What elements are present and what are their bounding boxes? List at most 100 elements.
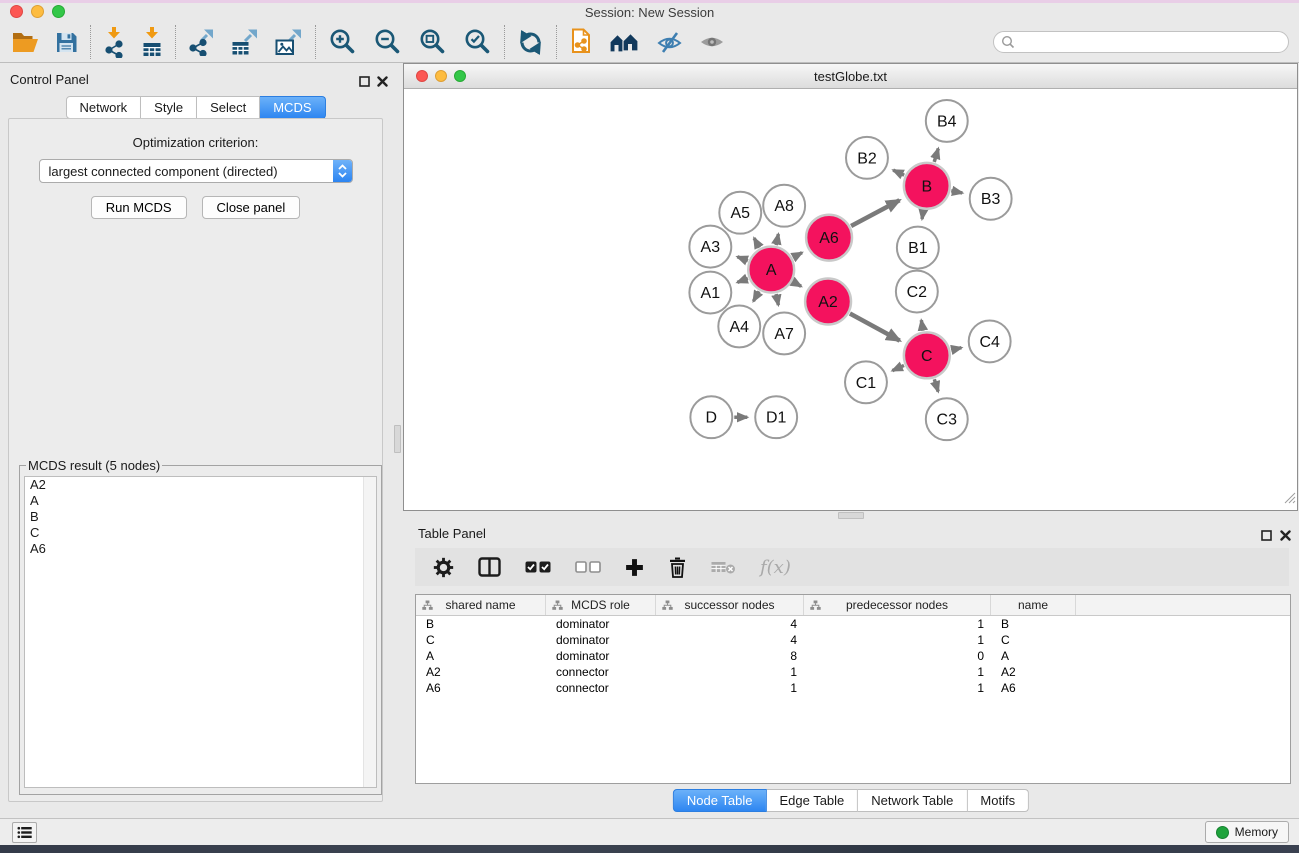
tab-select[interactable]: Select: [197, 96, 260, 119]
graph-node-A7[interactable]: A7: [763, 312, 805, 354]
graph-node-C1[interactable]: C1: [845, 361, 887, 403]
network-zoom-button[interactable]: [454, 70, 466, 82]
graph-edge-A-A2[interactable]: [793, 282, 801, 287]
task-history-button[interactable]: [12, 822, 37, 843]
graph-node-C[interactable]: C: [904, 332, 950, 378]
split-table-view-icon[interactable]: [478, 557, 501, 577]
memory-button[interactable]: Memory: [1205, 821, 1289, 843]
horizontal-split-handle[interactable]: [838, 512, 864, 519]
column-header-mcds-role[interactable]: MCDS role: [546, 595, 656, 615]
graph-edge-B-B3[interactable]: [951, 191, 962, 193]
first-neighbors-icon[interactable]: [609, 31, 640, 54]
graph-node-B3[interactable]: B3: [970, 178, 1012, 220]
zoom-in-icon[interactable]: [328, 28, 357, 57]
add-column-icon[interactable]: [625, 558, 644, 577]
graph-edge-C-C1[interactable]: [892, 365, 904, 370]
window-resize-grip[interactable]: [1283, 491, 1296, 509]
graph-node-A3[interactable]: A3: [689, 226, 731, 268]
graph-edge-B-B4[interactable]: [934, 149, 938, 162]
zoom-selected-icon[interactable]: [463, 28, 492, 57]
mcds-result-item[interactable]: B: [25, 509, 376, 525]
column-header-name[interactable]: name: [991, 595, 1076, 615]
column-header-predecessor-nodes[interactable]: predecessor nodes: [804, 595, 991, 615]
tab-edge-table[interactable]: Edge Table: [766, 789, 858, 812]
apply-layout-icon[interactable]: [517, 29, 544, 56]
zoom-out-icon[interactable]: [373, 28, 402, 57]
graph-edge-A-A1[interactable]: [737, 278, 747, 282]
zoom-fit-icon[interactable]: [418, 28, 447, 57]
result-scrollbar[interactable]: [363, 477, 376, 787]
network-close-button[interactable]: [416, 70, 428, 82]
tab-style[interactable]: Style: [141, 96, 197, 119]
network-minimize-button[interactable]: [435, 70, 447, 82]
close-panel-button[interactable]: Close panel: [202, 196, 301, 219]
new-network-from-selection-icon[interactable]: [569, 28, 593, 57]
select-all-columns-icon[interactable]: [525, 561, 551, 573]
graph-node-A5[interactable]: A5: [719, 192, 761, 234]
close-window-button[interactable]: [10, 5, 23, 18]
vertical-split-handle[interactable]: [394, 425, 401, 453]
graph-node-A6[interactable]: A6: [806, 215, 852, 261]
close-table-panel-icon[interactable]: [1280, 528, 1291, 546]
column-header-successor-nodes[interactable]: successor nodes: [656, 595, 804, 615]
graph-edge-A-A8[interactable]: [776, 234, 778, 245]
graph-node-A4[interactable]: A4: [718, 305, 760, 347]
graph-edge-B-B2[interactable]: [893, 170, 904, 175]
show-all-icon[interactable]: [699, 31, 725, 53]
graph-edge-B-B1[interactable]: [922, 210, 923, 219]
graph-node-B1[interactable]: B1: [897, 227, 939, 269]
table-row[interactable]: A2connector11A2: [416, 664, 1290, 680]
export-table-icon[interactable]: [231, 28, 259, 56]
graph-node-B[interactable]: B: [904, 163, 950, 209]
mcds-result-item[interactable]: A: [25, 493, 376, 509]
graph-node-A8[interactable]: A8: [763, 185, 805, 227]
run-mcds-button[interactable]: Run MCDS: [91, 196, 187, 219]
graph-node-C2[interactable]: C2: [896, 271, 938, 313]
float-table-panel-icon[interactable]: [1261, 528, 1272, 546]
graph-node-A2[interactable]: A2: [805, 279, 851, 325]
zoom-window-button[interactable]: [52, 5, 65, 18]
export-network-icon[interactable]: [188, 28, 215, 56]
graph-node-D1[interactable]: D1: [755, 396, 797, 438]
table-row[interactable]: A6connector11A6: [416, 680, 1290, 696]
graph-node-C3[interactable]: C3: [926, 398, 968, 440]
save-session-icon[interactable]: [55, 31, 78, 54]
graph-node-A1[interactable]: A1: [689, 272, 731, 314]
graph-node-C4[interactable]: C4: [969, 320, 1011, 362]
tab-node-table[interactable]: Node Table: [673, 789, 767, 812]
criterion-dropdown[interactable]: largest connected component (directed): [39, 159, 353, 183]
table-row[interactable]: Adominator80A: [416, 648, 1290, 664]
graph-edge-A-A6[interactable]: [793, 253, 802, 258]
search-input[interactable]: [993, 31, 1289, 53]
graph-node-B2[interactable]: B2: [846, 137, 888, 179]
function-builder-icon[interactable]: f(x): [760, 557, 791, 578]
delete-columns-icon[interactable]: [668, 557, 687, 578]
hide-selected-icon[interactable]: [656, 30, 683, 55]
column-header-shared-name[interactable]: shared name: [416, 595, 546, 615]
graph-edge-A2-C[interactable]: [850, 313, 900, 340]
network-window-titlebar[interactable]: testGlobe.txt: [404, 64, 1297, 89]
mcds-result-item[interactable]: A2: [25, 477, 376, 493]
import-network-icon[interactable]: [103, 27, 125, 58]
settings-gear-icon[interactable]: [433, 557, 454, 578]
open-session-icon[interactable]: [12, 31, 39, 54]
mcds-result-item[interactable]: A6: [25, 541, 376, 557]
graph-edge-A-A4[interactable]: [753, 291, 759, 301]
deselect-all-columns-icon[interactable]: [575, 561, 601, 573]
export-image-icon[interactable]: [275, 28, 303, 56]
graph-node-D[interactable]: D: [690, 396, 732, 438]
delete-table-icon[interactable]: [711, 560, 736, 575]
graph-edge-A-A3[interactable]: [737, 257, 747, 261]
tab-motifs[interactable]: Motifs: [967, 789, 1029, 812]
graph-edge-A-A5[interactable]: [754, 238, 759, 247]
graph-edge-C-C2[interactable]: [921, 320, 923, 331]
tab-network-table[interactable]: Network Table: [858, 789, 967, 812]
graph-edge-A6-B[interactable]: [851, 200, 899, 226]
graph-edge-C-C3[interactable]: [934, 379, 938, 391]
close-panel-icon[interactable]: [377, 74, 388, 92]
tab-mcds[interactable]: MCDS: [260, 96, 325, 119]
network-canvas[interactable]: B4B2BB3A5A8A6A3B1AA1C2A2A4A7C4CC1C3DD1: [404, 90, 1297, 510]
graph-node-A[interactable]: A: [748, 247, 794, 293]
import-table-icon[interactable]: [141, 27, 163, 58]
table-row[interactable]: Bdominator41B: [416, 616, 1290, 632]
